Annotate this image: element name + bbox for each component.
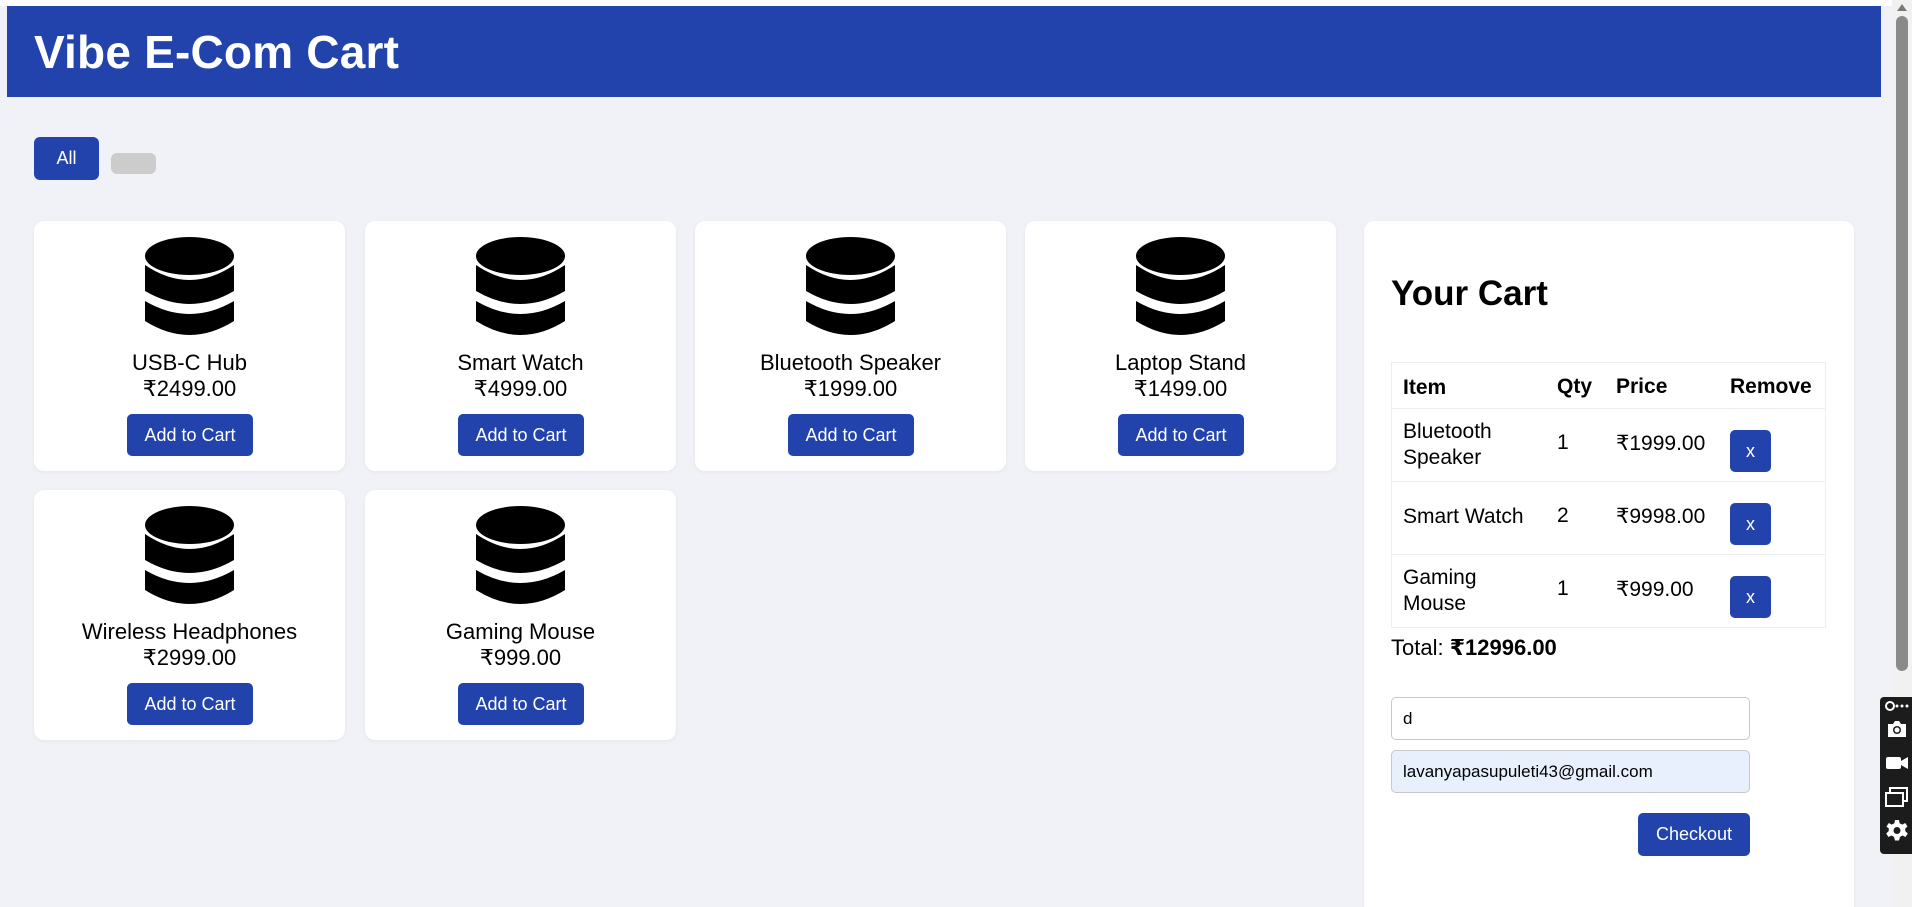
database-icon [476, 506, 565, 604]
cart-title: Your Cart [1391, 274, 1548, 313]
table-row: Smart Watch 2 ₹9998.00 x [1392, 481, 1825, 554]
column-header-qty: Qty [1557, 375, 1593, 398]
windows-icon[interactable] [1885, 785, 1909, 809]
cart-item-price: ₹9998.00 [1616, 505, 1706, 528]
database-icon [145, 506, 234, 604]
table-row: Gaming Mouse 1 ₹999.00 x [1392, 554, 1825, 627]
product-name: Wireless Headphones [81, 619, 298, 644]
product-card: Laptop Stand ₹1499.00 Add to Cart [1025, 221, 1336, 471]
floating-toolbar [1880, 697, 1912, 854]
product-name: Gaming Mouse [445, 619, 596, 644]
gear-icon[interactable] [1885, 819, 1909, 843]
add-to-cart-button[interactable]: Add to Cart [458, 683, 584, 725]
product-price: ₹4999.00 [473, 376, 568, 401]
product-price: ₹999.00 [479, 645, 562, 670]
remove-item-button[interactable]: x [1730, 576, 1771, 618]
app-header: Vibe E-Com Cart [7, 6, 1881, 97]
camera-icon[interactable] [1885, 717, 1909, 741]
scrollbar-thumb[interactable] [1896, 16, 1908, 671]
product-price: ₹2999.00 [142, 645, 237, 670]
app-title: Vibe E-Com Cart [34, 25, 400, 78]
product-price: ₹1499.00 [1133, 376, 1228, 401]
add-to-cart-button[interactable]: Add to Cart [788, 414, 914, 456]
add-to-cart-button[interactable]: Add to Cart [458, 414, 584, 456]
product-name: Laptop Stand [1115, 350, 1246, 375]
cart-item-name: Gaming Mouse [1403, 566, 1477, 615]
name-field[interactable] [1391, 697, 1750, 740]
product-card: Smart Watch ₹4999.00 Add to Cart [365, 221, 676, 471]
cart-total: Total: ₹12996.00 [1391, 635, 1557, 661]
product-name: Smart Watch [457, 350, 584, 375]
product-name: USB-C Hub [132, 350, 247, 375]
cart-total-value: ₹12996.00 [1449, 635, 1557, 660]
product-name: Bluetooth Speaker [759, 350, 942, 375]
product-card: Wireless Headphones ₹2999.00 Add to Cart [34, 490, 345, 740]
cart-table: Item Qty Price Remove Bluetooth Speaker … [1391, 362, 1826, 628]
checkout-button[interactable]: Checkout [1638, 813, 1750, 856]
cart-item-qty: 2 [1557, 504, 1569, 527]
email-field[interactable] [1391, 750, 1750, 793]
product-card: Gaming Mouse ₹999.00 Add to Cart [365, 490, 676, 740]
column-header-price: Price [1616, 375, 1668, 398]
add-to-cart-button[interactable]: Add to Cart [127, 414, 253, 456]
filter-category-button[interactable] [111, 153, 156, 174]
cart-total-label: Total: [1391, 635, 1444, 660]
product-price: ₹1999.00 [803, 376, 898, 401]
database-icon [476, 237, 565, 335]
database-icon [145, 237, 234, 335]
database-icon [806, 237, 895, 335]
add-to-cart-button[interactable]: Add to Cart [127, 683, 253, 725]
filter-all-button[interactable]: All [34, 137, 99, 180]
database-icon [1136, 237, 1225, 335]
add-to-cart-button[interactable]: Add to Cart [1118, 414, 1244, 456]
column-header-remove: Remove [1730, 375, 1812, 398]
cart-table-header: Item Qty Price Remove [1392, 363, 1825, 408]
table-row: Bluetooth Speaker 1 ₹1999.00 x [1392, 408, 1825, 481]
remove-item-button[interactable]: x [1730, 430, 1771, 472]
product-card: USB-C Hub ₹2499.00 Add to Cart [34, 221, 345, 471]
cart-panel: Your Cart Item Qty Price Remove Bluetoot… [1364, 221, 1854, 907]
cart-item-qty: 1 [1557, 577, 1569, 600]
scroll-up-icon[interactable] [1897, 4, 1907, 11]
remove-item-button[interactable]: x [1730, 503, 1771, 545]
link-icon[interactable] [1885, 699, 1909, 713]
product-price: ₹2499.00 [142, 376, 237, 401]
column-header-item: Item [1403, 376, 1447, 399]
cart-item-name: Smart Watch [1403, 505, 1524, 528]
cart-item-price: ₹999.00 [1616, 578, 1694, 601]
product-card: Bluetooth Speaker ₹1999.00 Add to Cart [695, 221, 1006, 471]
video-camera-icon[interactable] [1885, 751, 1909, 775]
cart-item-name: Bluetooth Speaker [1403, 420, 1492, 469]
cart-item-qty: 1 [1557, 431, 1569, 454]
cart-item-price: ₹1999.00 [1616, 432, 1706, 455]
